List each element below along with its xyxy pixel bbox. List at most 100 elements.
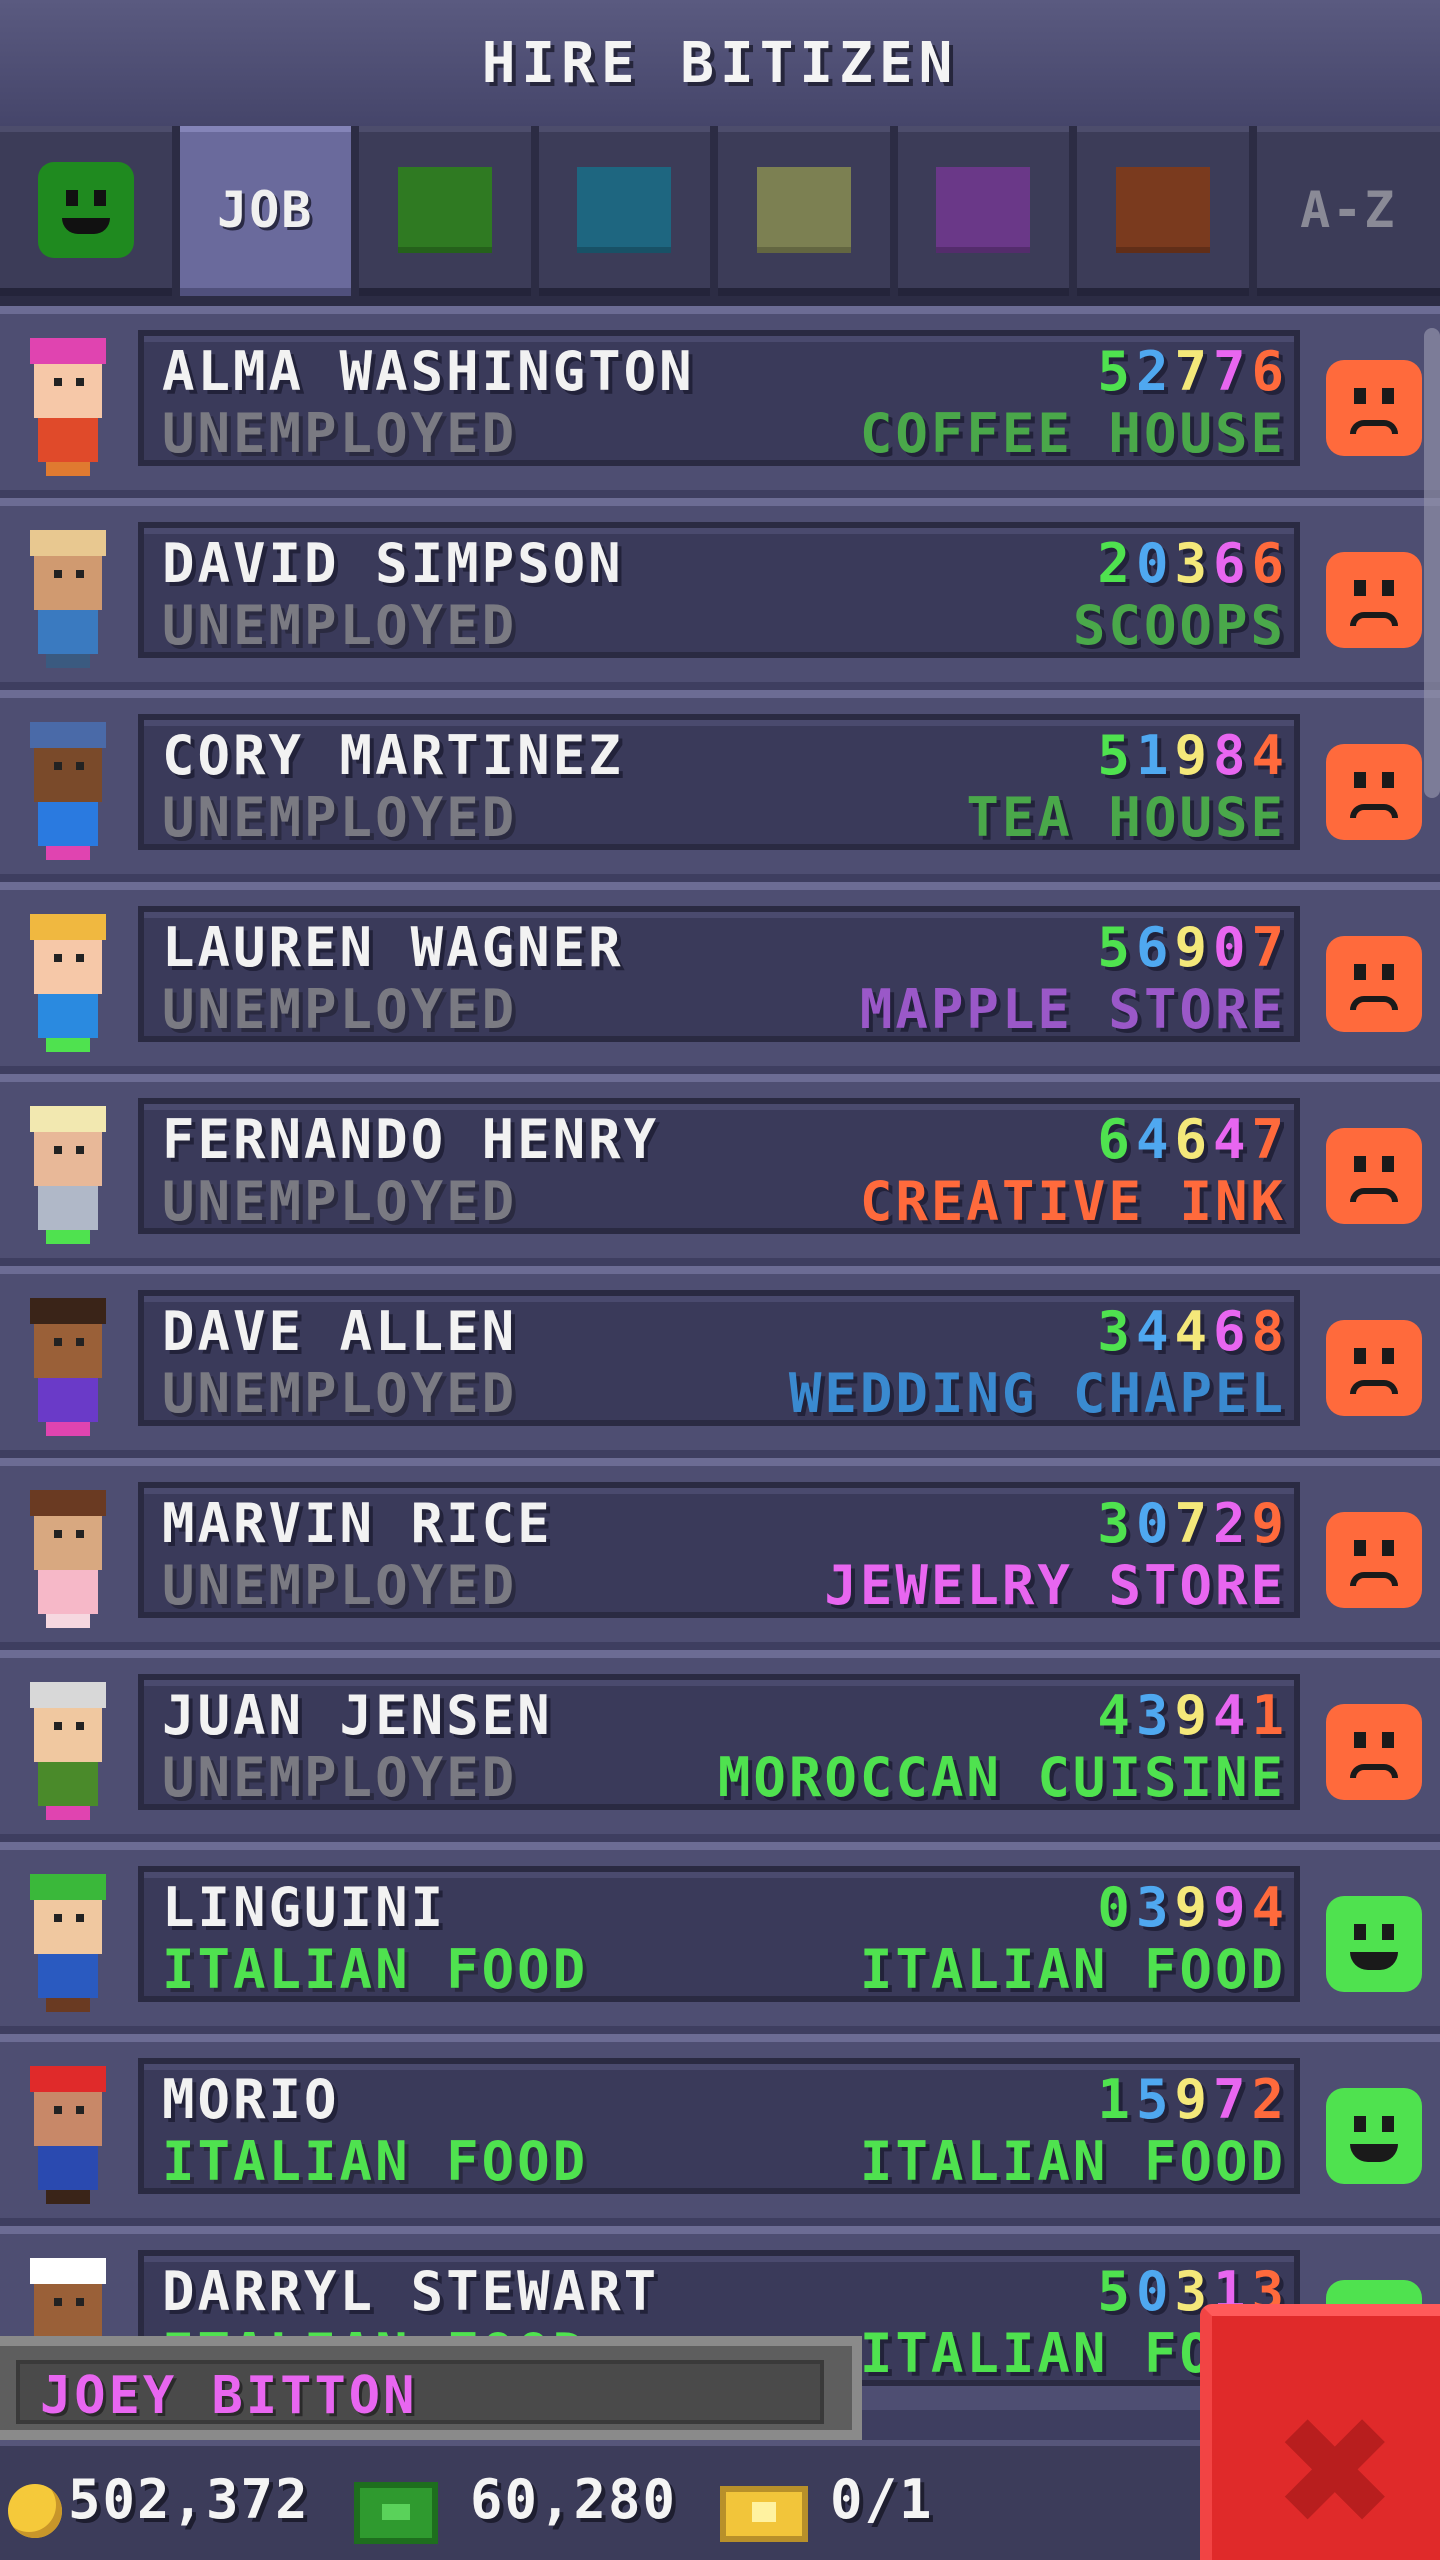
ticket-icon bbox=[720, 2486, 808, 2542]
tab-recreation[interactable] bbox=[718, 126, 890, 296]
bitizen-row[interactable]: MORIO ITALIAN FOOD 15972 ITALIAN FOOD bbox=[0, 2034, 1440, 2218]
recreation-category-swatch bbox=[756, 167, 851, 253]
retail-category-swatch bbox=[936, 167, 1031, 253]
sad-face-icon bbox=[1326, 360, 1422, 456]
bitizen-current-job: UNEMPLOYED bbox=[162, 402, 518, 465]
skill-digit: 2 bbox=[1212, 1492, 1252, 1555]
skill-digit: 2 bbox=[1251, 2068, 1290, 2131]
bitizen-card[interactable]: MORIO ITALIAN FOOD 15972 ITALIAN FOOD bbox=[138, 2058, 1300, 2194]
bitizen-row[interactable]: DAVID SIMPSON UNEMPLOYED 20366 SCOOPS bbox=[0, 498, 1440, 682]
bitizen-name: CORY MARTINEZ bbox=[162, 724, 624, 787]
bitizen-name: LINGUINI bbox=[162, 1876, 447, 1939]
skill-digit: 9 bbox=[1251, 1492, 1290, 1555]
bitizen-name: DAVID SIMPSON bbox=[162, 532, 624, 595]
bitizen-card[interactable]: DAVID SIMPSON UNEMPLOYED 20366 SCOOPS bbox=[138, 522, 1300, 658]
skill-digit: 7 bbox=[1174, 1492, 1213, 1555]
bitizen-avatar bbox=[20, 1490, 116, 1630]
bitizen-skill-digits: 34468 bbox=[1097, 1300, 1290, 1363]
skill-digit: 2 bbox=[1135, 340, 1175, 403]
skill-digit: 3 bbox=[1174, 532, 1213, 595]
skill-digit: 0 bbox=[1135, 2260, 1175, 2323]
bitizen-skill-digits: 64647 bbox=[1097, 1108, 1290, 1171]
tab-mood[interactable] bbox=[0, 126, 172, 296]
bitizen-card[interactable]: CORY MARTINEZ UNEMPLOYED 51984 TEA HOUSE bbox=[138, 714, 1300, 850]
tab-service[interactable] bbox=[538, 126, 710, 296]
bitizen-row[interactable]: CORY MARTINEZ UNEMPLOYED 51984 TEA HOUSE bbox=[0, 690, 1440, 874]
bitizen-current-job: UNEMPLOYED bbox=[162, 978, 518, 1041]
bitizen-avatar bbox=[20, 1874, 116, 2014]
bitizen-current-job: ITALIAN FOOD bbox=[162, 1938, 589, 2001]
tab-food[interactable] bbox=[359, 126, 531, 296]
tab-retail[interactable] bbox=[897, 126, 1069, 296]
smiley-icon bbox=[37, 162, 134, 258]
bitizen-current-job: UNEMPLOYED bbox=[162, 1746, 518, 1809]
bitizen-row[interactable]: LAUREN WAGNER UNEMPLOYED 56907 MAPPLE STORE bbox=[0, 882, 1440, 1066]
bitizen-current-job: UNEMPLOYED bbox=[162, 594, 518, 657]
service-category-swatch bbox=[577, 167, 672, 253]
bitizen-card[interactable]: LAUREN WAGNER UNEMPLOYED 56907 MAPPLE STORE bbox=[138, 906, 1300, 1042]
scrollbar[interactable] bbox=[1424, 328, 1440, 798]
skill-digit: 6 bbox=[1097, 1108, 1136, 1171]
bitizen-row[interactable]: ALMA WASHINGTON UNEMPLOYED 52776 COFFEE HOU… bbox=[0, 306, 1440, 490]
bitizen-avatar bbox=[20, 914, 116, 1054]
bitizen-name: MORIO bbox=[162, 2068, 340, 2131]
bitizen-dream-job: MAPPLE STORE bbox=[859, 978, 1286, 1041]
skill-digit: 6 bbox=[1174, 1108, 1213, 1171]
bitizen-skill-digits: 43941 bbox=[1097, 1684, 1290, 1747]
bitizen-row[interactable]: LINGUINI ITALIAN FOOD 03994 ITALIAN FOOD bbox=[0, 1842, 1440, 2026]
bitizen-card[interactable]: DAVE ALLEN UNEMPLOYED 34468 WEDDING CHAPEL bbox=[138, 1290, 1300, 1426]
skill-digit: 5 bbox=[1097, 724, 1136, 787]
skill-digit: 7 bbox=[1251, 916, 1290, 979]
skill-digit: 0 bbox=[1097, 1876, 1136, 1939]
ticket-count: 0/1 bbox=[830, 2468, 934, 2531]
bitizen-card[interactable]: FERNANDO HENRY UNEMPLOYED 64647 CREATIVE IN… bbox=[138, 1098, 1300, 1234]
bitizen-dream-job: MOROCCAN CUISINE bbox=[717, 1746, 1286, 1809]
bitizen-row[interactable]: JUAN JENSEN UNEMPLOYED 43941 MOROCCAN CUISI… bbox=[0, 1650, 1440, 1834]
skill-digit: 7 bbox=[1212, 340, 1252, 403]
skill-digit: 4 bbox=[1174, 1300, 1213, 1363]
skill-digit: 9 bbox=[1174, 1876, 1213, 1939]
bitizen-current-job: UNEMPLOYED bbox=[162, 1554, 518, 1617]
skill-digit: 3 bbox=[1135, 1876, 1175, 1939]
bitizen-dream-job: TEA HOUSE bbox=[966, 786, 1286, 849]
bitizen-row[interactable]: FERNANDO HENRY UNEMPLOYED 64647 CREATIVE IN… bbox=[0, 1074, 1440, 1258]
skill-digit: 6 bbox=[1212, 1300, 1252, 1363]
tab-creative[interactable] bbox=[1077, 126, 1249, 296]
bitizen-row[interactable]: DAVE ALLEN UNEMPLOYED 34468 WEDDING CHAPEL bbox=[0, 1266, 1440, 1450]
skill-digit: 3 bbox=[1097, 1300, 1136, 1363]
bitizen-card[interactable]: MARVIN RICE UNEMPLOYED 30729 JEWELRY STORE bbox=[138, 1482, 1300, 1618]
skill-digit: 0 bbox=[1212, 916, 1252, 979]
skill-digit: 5 bbox=[1097, 916, 1136, 979]
skill-digit: 5 bbox=[1097, 2260, 1136, 2323]
bitizen-dream-job: ITALIAN FOOD bbox=[859, 1938, 1286, 2001]
bitizen-dream-job: CREATIVE INK bbox=[859, 1170, 1286, 1233]
bitizen-row[interactable]: MARVIN RICE UNEMPLOYED 30729 JEWELRY STORE bbox=[0, 1458, 1440, 1642]
skill-digit: 4 bbox=[1251, 724, 1290, 787]
skill-digit: 4 bbox=[1135, 1108, 1175, 1171]
skill-digit: 5 bbox=[1097, 340, 1136, 403]
tab-sort-az[interactable]: A-Z bbox=[1256, 126, 1440, 296]
selected-bitizen-name: JOEY BITTON bbox=[40, 2366, 418, 2426]
bitizen-skill-digits: 03994 bbox=[1097, 1876, 1290, 1939]
skill-digit: 9 bbox=[1174, 2068, 1213, 2131]
bitizen-current-job: UNEMPLOYED bbox=[162, 1362, 518, 1425]
bitizen-skill-digits: 15972 bbox=[1097, 2068, 1290, 2131]
bitizen-dream-job: WEDDING CHAPEL bbox=[788, 1362, 1286, 1425]
skill-digit: 9 bbox=[1174, 1684, 1213, 1747]
sad-face-icon bbox=[1326, 1512, 1422, 1608]
skill-digit: 6 bbox=[1251, 340, 1290, 403]
skill-digit: 6 bbox=[1251, 532, 1290, 595]
bitizen-name: LAUREN WAGNER bbox=[162, 916, 624, 979]
sad-face-icon bbox=[1326, 1320, 1422, 1416]
close-button[interactable]: ✖ bbox=[1200, 2304, 1440, 2560]
bitizen-avatar bbox=[20, 338, 116, 478]
skill-digit: 7 bbox=[1251, 1108, 1290, 1171]
happy-face-icon bbox=[1326, 1896, 1422, 1992]
bitizen-name: DAVE ALLEN bbox=[162, 1300, 518, 1363]
bitizen-card[interactable]: JUAN JENSEN UNEMPLOYED 43941 MOROCCAN CUISI… bbox=[138, 1674, 1300, 1810]
bitizen-dream-job: SCOOPS bbox=[1072, 594, 1286, 657]
tab-job[interactable]: JOB bbox=[179, 126, 351, 296]
bitizen-skill-digits: 56907 bbox=[1097, 916, 1290, 979]
bitizen-card[interactable]: LINGUINI ITALIAN FOOD 03994 ITALIAN FOOD bbox=[138, 1866, 1300, 2002]
bitizen-card[interactable]: ALMA WASHINGTON UNEMPLOYED 52776 COFFEE HOU… bbox=[138, 330, 1300, 466]
